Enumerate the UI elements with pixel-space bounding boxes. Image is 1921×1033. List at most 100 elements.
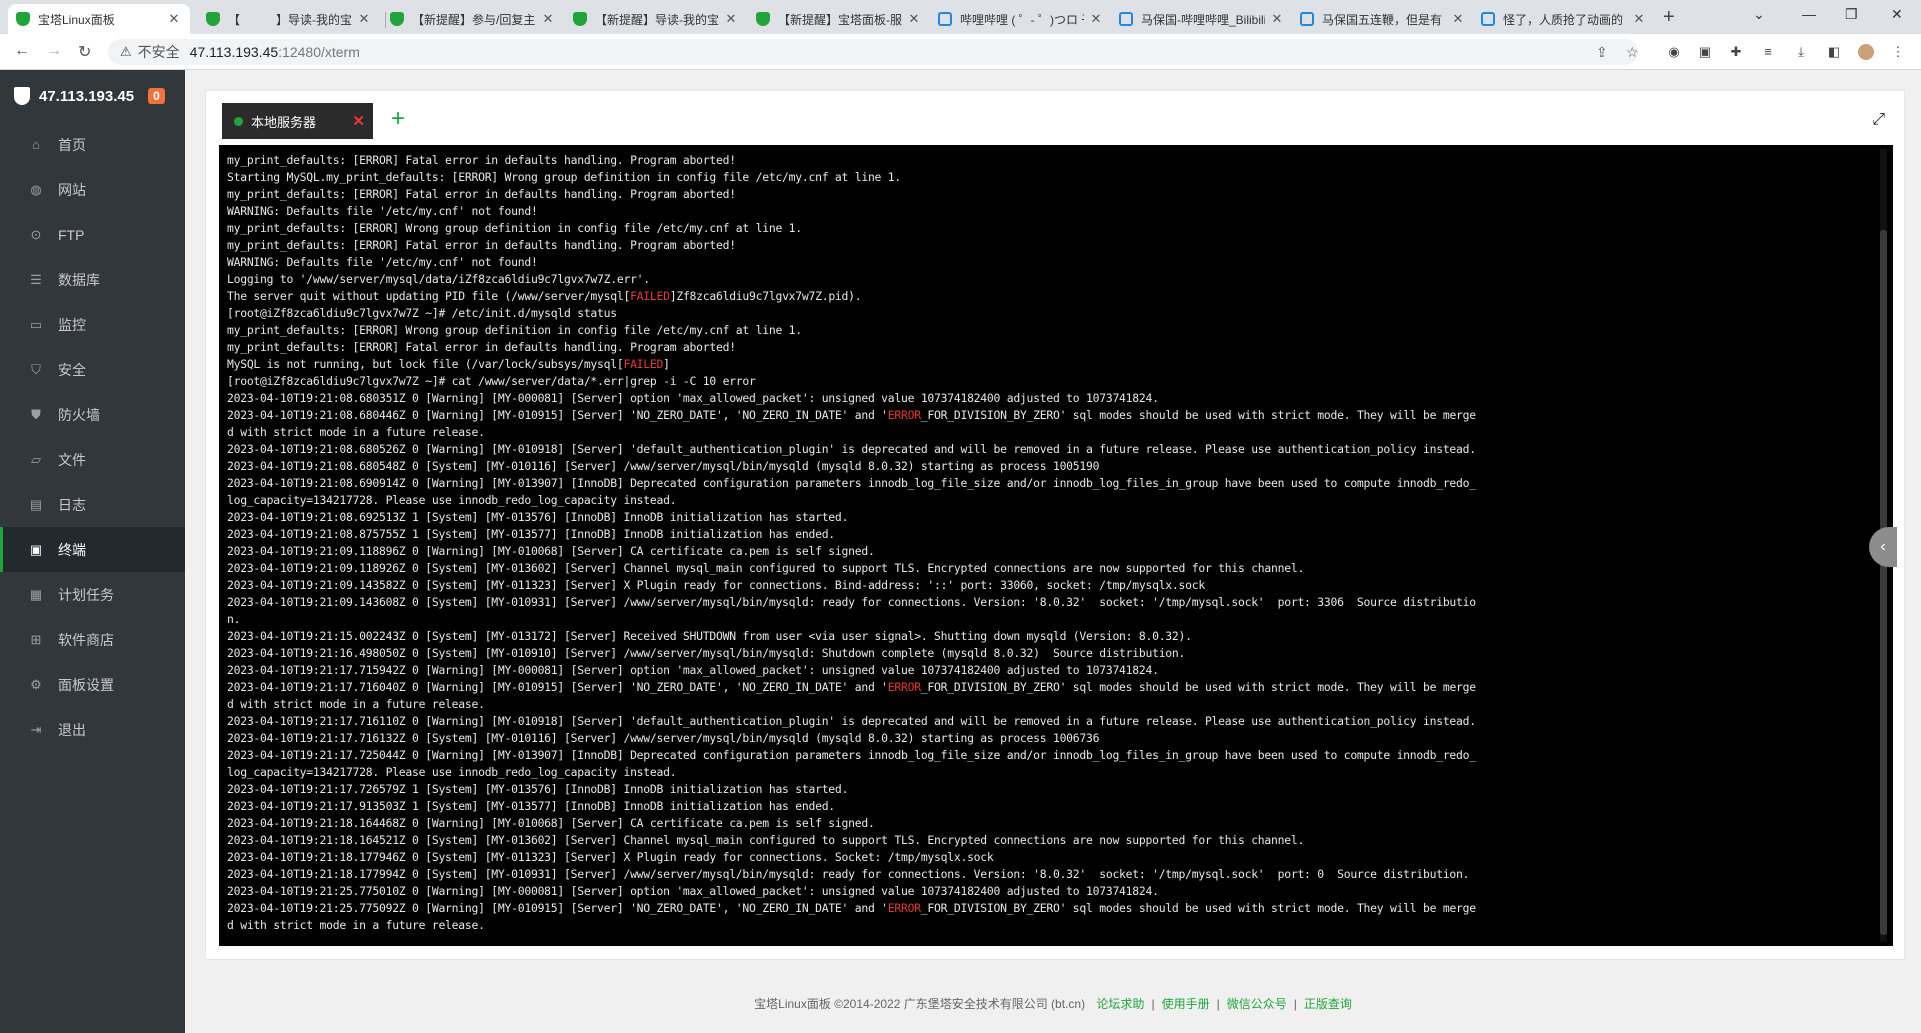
url-path: :12480/xterm (278, 44, 360, 60)
close-icon[interactable]: ✕ (1088, 11, 1104, 27)
terminal-line: 2023-04-10T19:21:17.726579Z 1 [System] [… (227, 782, 849, 796)
share-icon[interactable]: ⇪ (1596, 44, 1608, 61)
tab-search-icon[interactable]: ⌄ (1753, 6, 1765, 23)
insecure-label: 不安全 (137, 44, 180, 60)
media-icon[interactable]: ≡ (1760, 44, 1776, 60)
terminal-line: 2023-04-10T19:21:18.164521Z 0 [System] [… (227, 833, 1305, 847)
browser-tab-bar: 宝塔Linux面板 ✕ 【 】导读-我的宝 ✕ 【新提醒】参与/回复主 ✕ 【新… (0, 0, 1921, 34)
sidebar-item-label: 首页 (58, 136, 86, 153)
menu-icon[interactable]: ⋮ (1890, 44, 1906, 60)
back-icon[interactable]: ← (14, 42, 30, 60)
sidebar-item-label: 终端 (58, 541, 86, 558)
sidebar-item-websites[interactable]: ◍ 网站 (0, 167, 185, 212)
forward-icon[interactable]: → (46, 42, 62, 60)
terminal-line: WARNING: Defaults file '/etc/my.cnf' not… (227, 204, 538, 218)
sidebar-item-firewall[interactable]: ⛊ 防火墙 (0, 392, 185, 437)
restore-icon[interactable]: ❐ (1845, 6, 1858, 23)
firewall-icon: ⛊ (31, 406, 41, 422)
terminal-line: n. (227, 612, 241, 626)
terminal-output[interactable]: my_print_defaults: [ERROR] Fatal error i… (219, 145, 1893, 946)
sidebar-item-logout[interactable]: ⇥ 退出 (0, 707, 185, 752)
footer-link-forum[interactable]: 论坛求助 (1096, 997, 1144, 1011)
terminal-line: 2023-04-10T19:21:08.680351Z 0 [Warning] … (227, 391, 1159, 405)
browser-tab[interactable]: 哔哩哔哩 ( ゜- ゜)つロ 干 ✕ (930, 4, 1112, 34)
terminal-line: 2023-04-10T19:21:08.692513Z 1 [System] [… (227, 510, 849, 524)
sidebar-item-home[interactable]: ⌂ 首页 (0, 122, 185, 167)
footer-link-wechat[interactable]: 微信公众号 (1227, 997, 1287, 1011)
close-icon[interactable]: ✕ (356, 11, 372, 27)
fullscreen-icon[interactable]: ⤢ (1872, 111, 1885, 129)
notification-badge[interactable]: 0 (148, 88, 165, 104)
address-bar-row: ← → ↻ ⚠ 不安全 47.113.193.45:12480/xterm ⇪ … (0, 34, 1921, 70)
log-icon: ▤ (29, 496, 43, 512)
bookmark-star-icon[interactable]: ☆ (1626, 44, 1639, 61)
sidebar-item-settings[interactable]: ⚙ 面板设置 (0, 662, 185, 707)
bilibili-icon (1119, 12, 1133, 26)
terminal-line: 2023-04-10T19:21:09.118926Z 0 [System] [… (227, 561, 1305, 575)
extension-icon[interactable]: ◉ (1666, 44, 1682, 60)
close-icon[interactable]: ✕ (1450, 11, 1466, 27)
avatar[interactable] (1858, 44, 1874, 60)
sidebar-item-security[interactable]: ⛉ 安全 (0, 347, 185, 392)
sidebar-item-files[interactable]: ▱ 文件 (0, 437, 185, 482)
terminal-line: 2023-04-10T19:21:08.680548Z 0 [System] [… (227, 459, 1100, 473)
url-field[interactable]: ⚠ 不安全 47.113.193.45:12480/xterm (108, 39, 1638, 65)
sidebar-item-label: 防火墙 (58, 406, 100, 423)
browser-tab[interactable]: 【新提醒】参与/回复主 ✕ (382, 4, 564, 34)
scrollbar-thumb[interactable] (1880, 230, 1887, 935)
monitor-icon: ▭ (29, 316, 43, 332)
terminal-line: 2023-04-10T19:21:08.680446Z 0 [Warning] … (227, 408, 1476, 422)
terminal-line: 2023-04-10T19:21:25.775010Z 0 [Warning] … (227, 884, 1159, 898)
close-icon[interactable]: ✕ (1631, 11, 1647, 27)
browser-tab[interactable]: 马保国-哔哩哔哩_Bilibili ✕ (1111, 4, 1293, 34)
terminal-line: [root@iZf8zca6ldiu9c7lgvx7w7Z ~]# /etc/i… (227, 306, 617, 320)
browser-tab-title: 马保国五连鞭，但是有 (1322, 12, 1443, 27)
sidebar-item-store[interactable]: ⊞ 软件商店 (0, 617, 185, 662)
browser-tab-title: 马保国-哔哩哔哩_Bilibili (1141, 12, 1265, 27)
terminal-line: [root@iZf8zca6ldiu9c7lgvx7w7Z ~]# cat /w… (227, 374, 756, 388)
side-panel-icon[interactable]: ◧ (1826, 44, 1842, 60)
browser-tab[interactable]: 【 】导读-我的宝 ✕ (198, 4, 380, 34)
close-icon[interactable]: ✕ (723, 11, 739, 27)
footer-link-license[interactable]: 正版查询 (1304, 997, 1352, 1011)
browser-tab[interactable]: 马保国五连鞭，但是有 ✕ (1292, 4, 1474, 34)
terminal-line: 2023-04-10T19:21:08.690914Z 0 [Warning] … (227, 476, 1476, 490)
terminal-tab[interactable]: 本地服务器 ✕ (222, 103, 373, 139)
footer-link-manual[interactable]: 使用手册 (1162, 997, 1210, 1011)
browser-tab[interactable]: 【新提醒】宝塔面板-服 ✕ (748, 4, 930, 34)
close-window-icon[interactable]: ✕ (1891, 6, 1903, 23)
logout-icon: ⇥ (30, 721, 42, 737)
new-tab-icon[interactable]: + (1663, 6, 1675, 29)
browser-tab[interactable]: 怪了，人质抢了动画的 ✕ (1473, 4, 1655, 34)
sidebar-item-cron[interactable]: ▦ 计划任务 (0, 572, 185, 617)
database-icon: ☰ (30, 271, 42, 287)
browser-tab[interactable]: 宝塔Linux面板 ✕ (8, 4, 190, 34)
sidebar-item-monitor[interactable]: ▭ 监控 (0, 302, 185, 347)
close-icon[interactable]: ✕ (540, 11, 556, 27)
terminal-line: log_capacity=134217728. Please use innod… (227, 493, 677, 507)
browser-tab[interactable]: 【新提醒】导读-我的宝 ✕ (565, 4, 747, 34)
close-icon[interactable]: ✕ (1269, 11, 1285, 27)
browser-tab-title: 【 】导读-我的宝 (228, 12, 352, 27)
sidebar-item-database[interactable]: ☰ 数据库 (0, 257, 185, 302)
add-terminal-icon[interactable]: + (391, 105, 405, 133)
sidebar-item-logs[interactable]: ▤ 日志 (0, 482, 185, 527)
footer: 宝塔Linux面板 ©2014-2022 广东堡塔安全技术有限公司 (bt.cn… (754, 997, 1352, 1011)
close-icon[interactable]: ✕ (166, 11, 182, 27)
terminal-line: d with strict mode in a future release. (227, 697, 485, 711)
sidebar-item-terminal[interactable]: ▣ 终端 (0, 527, 185, 572)
puzzle-icon[interactable]: ✚ (1728, 44, 1744, 60)
footer-copyright: 宝塔Linux面板 ©2014-2022 广东堡塔安全技术有限公司 (bt.cn… (754, 997, 1086, 1011)
reload-icon[interactable]: ↻ (78, 42, 91, 62)
terminal-line: 2023-04-10T19:21:08.875755Z 1 [System] [… (227, 527, 835, 541)
terminal-line: 2023-04-10T19:21:17.716040Z 0 [Warning] … (227, 680, 1476, 694)
extension-icon[interactable]: ▣ (1697, 44, 1713, 60)
terminal-line: 2023-04-10T19:21:17.716132Z 0 [System] [… (227, 731, 1100, 745)
close-icon[interactable]: ✕ (906, 11, 922, 27)
sidebar-item-ftp[interactable]: ⊙ FTP (0, 212, 185, 257)
minimize-icon[interactable]: — (1802, 6, 1816, 22)
terminal-line: Starting MySQL.my_print_defaults: [ERROR… (227, 170, 901, 184)
url-host: 47.113.193.45 (189, 44, 279, 60)
close-icon[interactable]: ✕ (352, 112, 365, 130)
download-icon[interactable]: ⤓ (1793, 44, 1809, 60)
